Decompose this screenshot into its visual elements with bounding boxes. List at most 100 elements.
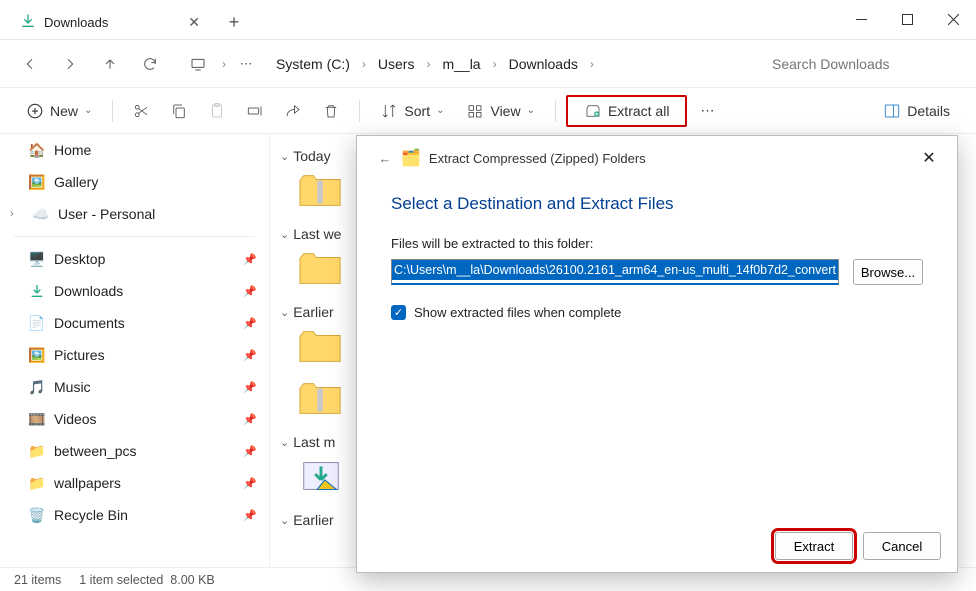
titlebar: Downloads ✕ + bbox=[0, 0, 976, 40]
onedrive-icon: ☁️ bbox=[32, 206, 50, 223]
documents-icon: 📄 bbox=[28, 315, 46, 332]
more-crumbs-button[interactable]: ⋯ bbox=[232, 46, 260, 82]
sidebar-item-home[interactable]: 🏠Home bbox=[0, 134, 269, 166]
view-button[interactable]: View⌄ bbox=[456, 95, 544, 127]
close-button[interactable] bbox=[930, 0, 976, 39]
paste-button[interactable] bbox=[199, 95, 235, 127]
cancel-button[interactable]: Cancel bbox=[863, 532, 941, 560]
search-input[interactable] bbox=[764, 49, 964, 79]
tab-label: Downloads bbox=[44, 15, 176, 30]
dialog-titlebar: ← 🗂️ Extract Compressed (Zipped) Folders… bbox=[357, 136, 957, 180]
extract-dialog: ← 🗂️ Extract Compressed (Zipped) Folders… bbox=[356, 135, 958, 573]
pictures-icon: 🖼️ bbox=[28, 347, 46, 364]
show-files-checkbox[interactable]: ✓ Show extracted files when complete bbox=[391, 305, 923, 320]
sidebar-item-music[interactable]: 🎵Music📌 bbox=[0, 371, 269, 403]
sidebar-item-gallery[interactable]: 🖼️Gallery bbox=[0, 166, 269, 198]
pin-icon: 📌 bbox=[243, 253, 257, 266]
new-tab-button[interactable]: + bbox=[216, 5, 252, 39]
pin-icon: 📌 bbox=[243, 509, 257, 522]
chevron-down-icon: ⌄ bbox=[280, 228, 289, 241]
sidebar-item-documents[interactable]: 📄Documents📌 bbox=[0, 307, 269, 339]
trash-icon bbox=[322, 102, 340, 120]
view-icon bbox=[466, 102, 484, 120]
delete-button[interactable] bbox=[313, 95, 349, 127]
pin-icon: 📌 bbox=[243, 285, 257, 298]
rename-button[interactable] bbox=[237, 95, 273, 127]
home-icon: 🏠 bbox=[28, 142, 46, 159]
folder-icon bbox=[298, 328, 344, 364]
sort-icon bbox=[380, 102, 398, 120]
window-controls bbox=[838, 0, 976, 39]
chevron-down-icon: ⌄ bbox=[280, 306, 289, 319]
up-button[interactable] bbox=[92, 46, 128, 82]
pin-icon: 📌 bbox=[243, 381, 257, 394]
forward-button[interactable] bbox=[52, 46, 88, 82]
this-pc-icon[interactable] bbox=[180, 46, 216, 82]
navigation-pane: 🏠Home 🖼️Gallery ›☁️User - Personal 🖥️Des… bbox=[0, 134, 270, 567]
sidebar-item-onedrive[interactable]: ›☁️User - Personal bbox=[0, 198, 269, 230]
pin-icon: 📌 bbox=[243, 477, 257, 490]
music-icon: 🎵 bbox=[28, 379, 46, 396]
paste-icon bbox=[208, 102, 226, 120]
videos-icon: 🎞️ bbox=[28, 411, 46, 428]
sidebar-item-pictures[interactable]: 🖼️Pictures📌 bbox=[0, 339, 269, 371]
breadcrumb-downloads[interactable]: Downloads bbox=[503, 52, 584, 76]
copy-button[interactable] bbox=[161, 95, 197, 127]
cut-button[interactable] bbox=[123, 95, 159, 127]
extract-all-button[interactable]: Extract all bbox=[566, 95, 687, 127]
extract-button[interactable]: Extract bbox=[775, 532, 853, 560]
chevron-right-icon[interactable]: › bbox=[10, 208, 24, 220]
scissors-icon bbox=[132, 102, 150, 120]
chevron-down-icon: ⌄ bbox=[280, 514, 289, 527]
sidebar-item-wallpapers[interactable]: 📁wallpapers📌 bbox=[0, 467, 269, 499]
details-icon bbox=[883, 102, 901, 120]
sidebar-item-between-pcs[interactable]: 📁between_pcs📌 bbox=[0, 435, 269, 467]
zip-folder-icon bbox=[298, 380, 344, 416]
toolbar: New⌄ Sort⌄ View⌄ Extract all ⋯ Details bbox=[0, 88, 976, 134]
refresh-button[interactable] bbox=[132, 46, 168, 82]
checkbox-checked-icon: ✓ bbox=[391, 305, 406, 320]
folder-icon: 📁 bbox=[28, 443, 46, 460]
pin-icon: 📌 bbox=[243, 349, 257, 362]
chevron-right-icon: › bbox=[220, 57, 228, 71]
downloads-icon bbox=[20, 13, 36, 32]
sidebar-item-recycle-bin[interactable]: 🗑️Recycle Bin📌 bbox=[0, 499, 269, 531]
minimize-button[interactable] bbox=[838, 0, 884, 39]
tab-downloads[interactable]: Downloads ✕ bbox=[6, 5, 216, 39]
dialog-heading: Select a Destination and Extract Files bbox=[391, 194, 923, 214]
breadcrumb-system[interactable]: System (C:) bbox=[270, 52, 356, 76]
chevron-right-icon: › bbox=[491, 57, 499, 71]
address-bar: › ⋯ System (C:) › Users › m__la › Downlo… bbox=[0, 40, 976, 88]
copy-icon bbox=[170, 102, 188, 120]
chevron-right-icon: › bbox=[360, 57, 368, 71]
status-selection: 1 item selected 8.00 KB bbox=[79, 573, 215, 587]
share-button[interactable] bbox=[275, 95, 311, 127]
more-button[interactable]: ⋯ bbox=[689, 95, 725, 127]
chevron-down-icon: ⌄ bbox=[280, 150, 289, 163]
back-icon[interactable]: ← bbox=[371, 151, 399, 166]
browse-button[interactable]: Browse... bbox=[853, 259, 923, 285]
maximize-button[interactable] bbox=[884, 0, 930, 39]
folder-icon bbox=[298, 250, 344, 286]
sidebar-item-desktop[interactable]: 🖥️Desktop📌 bbox=[0, 243, 269, 275]
pin-icon: 📌 bbox=[243, 413, 257, 426]
breadcrumb-user[interactable]: m__la bbox=[436, 52, 486, 76]
sidebar-item-videos[interactable]: 🎞️Videos📌 bbox=[0, 403, 269, 435]
new-button[interactable]: New⌄ bbox=[16, 95, 102, 127]
extract-icon bbox=[584, 102, 602, 120]
details-pane-button[interactable]: Details bbox=[873, 95, 960, 127]
chevron-down-icon: ⌄ bbox=[280, 436, 289, 449]
zip-icon: 🗂️ bbox=[401, 148, 421, 168]
back-button[interactable] bbox=[12, 46, 48, 82]
pin-icon: 📌 bbox=[243, 445, 257, 458]
breadcrumb-users[interactable]: Users bbox=[372, 52, 421, 76]
plus-circle-icon bbox=[26, 102, 44, 120]
sort-button[interactable]: Sort⌄ bbox=[370, 95, 454, 127]
destination-input[interactable]: C:\Users\m__la\Downloads\26100.2161_arm6… bbox=[391, 259, 839, 285]
downloads-icon bbox=[28, 283, 46, 299]
sidebar-item-downloads[interactable]: Downloads📌 bbox=[0, 275, 269, 307]
dialog-title: Extract Compressed (Zipped) Folders bbox=[429, 151, 646, 166]
tab-close-icon[interactable]: ✕ bbox=[184, 14, 204, 31]
gallery-icon: 🖼️ bbox=[28, 174, 46, 191]
dialog-close-button[interactable]: ✕ bbox=[907, 136, 951, 180]
